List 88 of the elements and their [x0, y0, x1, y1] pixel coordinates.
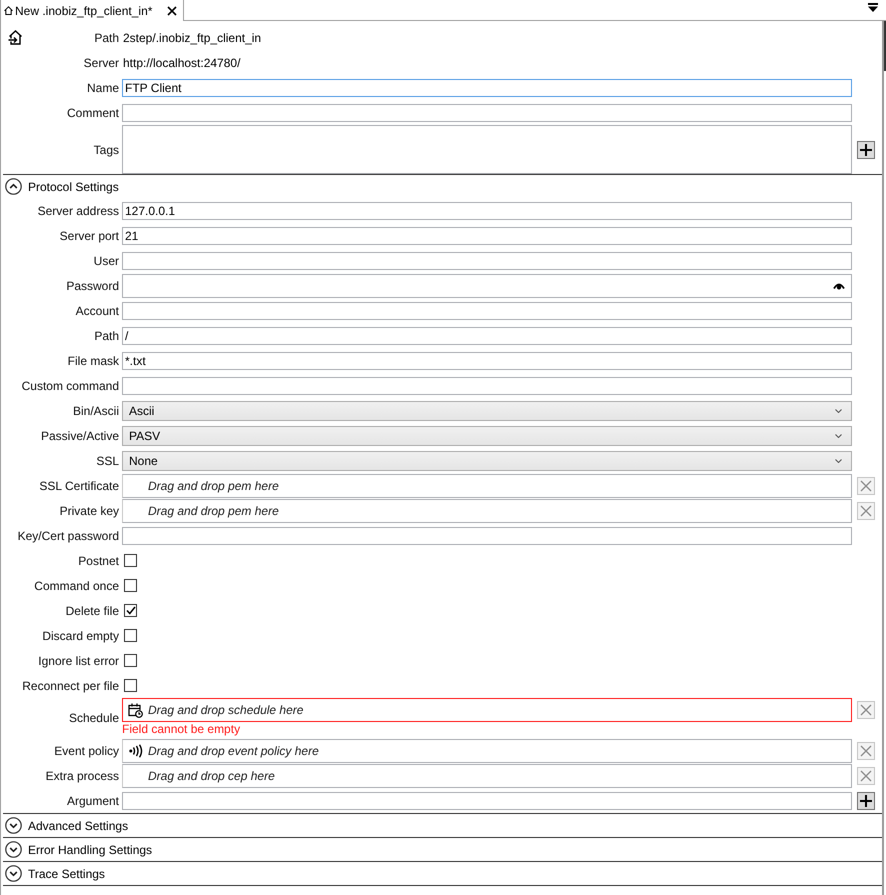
checkbox[interactable]: [124, 604, 137, 617]
field-label: Discard empty: [42, 628, 119, 642]
dropdown-icon[interactable]: [868, 3, 878, 12]
field-label: Delete file: [66, 604, 119, 618]
tags-field[interactable]: [122, 125, 852, 174]
info-value: 2step/.inobiz_ftp_client_in: [122, 30, 262, 44]
field-label: Event policy: [54, 744, 119, 758]
x-icon: [860, 744, 872, 756]
text-field[interactable]: [122, 302, 852, 320]
house-icon: [4, 6, 13, 15]
text-field[interactable]: [122, 376, 852, 394]
x-icon: [860, 704, 872, 716]
document-tab[interactable]: New .inobiz_ftp_client_in*: [0, 0, 184, 21]
field-label: Server port: [60, 228, 119, 242]
field-label: File mask: [68, 354, 119, 368]
plus-icon: [859, 794, 873, 808]
field-label: SSL Certificate: [39, 478, 119, 492]
field-label: Schedule: [68, 711, 119, 725]
section-expander[interactable]: Trace Settings: [5, 865, 105, 882]
scrollbar-thumb[interactable]: [884, 21, 886, 71]
field-label: Name: [86, 80, 119, 94]
field-label: Bin/Ascii: [72, 404, 119, 418]
close-icon: [167, 6, 177, 16]
x-icon: [860, 480, 872, 492]
checkbox[interactable]: [124, 679, 137, 692]
text-field[interactable]: [122, 104, 852, 122]
field-label: Key/Cert password: [18, 528, 119, 542]
text-field[interactable]: [122, 792, 852, 810]
chevron-down-icon: [835, 458, 842, 462]
field-label: Extra process: [46, 768, 119, 782]
field-label: Ignore list error: [38, 654, 119, 668]
text-field[interactable]: FTP Client: [122, 78, 852, 96]
field-label: Tags: [94, 142, 119, 156]
x-icon: [860, 504, 872, 516]
field-label: Password: [66, 278, 119, 292]
section-expander[interactable]: Protocol Settings: [5, 178, 119, 195]
drop-zone[interactable]: Drag and drop pem here: [122, 498, 852, 522]
field-label: Path: [94, 30, 119, 44]
section-expander[interactable]: Advanced Settings: [5, 817, 128, 834]
chevron-down-icon: [835, 408, 842, 412]
drop-zone[interactable]: Drag and drop schedule here: [122, 698, 852, 722]
field-label: SSL: [96, 454, 119, 468]
field-label: Server address: [38, 204, 119, 218]
checkbox[interactable]: [124, 654, 137, 667]
field-label: Path: [94, 328, 119, 342]
section-expander[interactable]: Error Handling Settings: [5, 841, 152, 858]
field-label: Passive/Active: [40, 428, 119, 442]
field-label: Argument: [66, 794, 119, 808]
close-button[interactable]: [166, 4, 178, 16]
field-label: Postnet: [78, 554, 119, 568]
text-field[interactable]: [122, 252, 852, 270]
field-label: Command once: [34, 578, 119, 592]
tab-title: New .inobiz_ftp_client_in*: [15, 4, 152, 18]
field-label: Reconnect per file: [22, 678, 119, 692]
checkbox[interactable]: [124, 554, 137, 567]
drop-zone[interactable]: Drag and drop pem here: [122, 474, 852, 498]
checkbox[interactable]: [124, 579, 137, 592]
error-message: Field cannot be empty: [122, 722, 242, 738]
field-label: Custom command: [22, 378, 119, 392]
check-icon: [126, 606, 136, 615]
field-label: Server: [84, 56, 119, 70]
x-icon: [860, 770, 872, 782]
text-field[interactable]: 127.0.0.1: [122, 202, 852, 220]
text-field[interactable]: [122, 526, 852, 544]
calendar-clock-icon: [128, 702, 143, 718]
field-label: Private key: [60, 504, 119, 518]
plus-icon: [859, 142, 873, 156]
password-field[interactable]: [122, 274, 852, 298]
text-field[interactable]: /: [122, 326, 852, 344]
text-field[interactable]: 21: [122, 226, 852, 244]
field-label: User: [94, 254, 119, 268]
field-label: Account: [76, 304, 119, 318]
chevron-down-icon: [835, 434, 842, 438]
text-field[interactable]: *.txt: [122, 352, 852, 370]
eye-icon[interactable]: [833, 282, 845, 290]
house-arrow-icon: [8, 30, 23, 45]
add-button[interactable]: [857, 792, 875, 810]
signal-waves-icon: [128, 744, 142, 758]
combo-box[interactable]: None: [122, 450, 852, 470]
combo-box[interactable]: Ascii: [122, 400, 852, 420]
field-label: Comment: [66, 106, 119, 120]
checkbox[interactable]: [124, 629, 137, 642]
drop-zone[interactable]: Drag and drop cep here: [122, 764, 852, 788]
combo-box[interactable]: PASV: [122, 426, 852, 446]
add-button[interactable]: [857, 140, 875, 158]
scrollbar[interactable]: [882, 21, 886, 895]
drop-zone[interactable]: Drag and drop event policy here: [122, 738, 852, 762]
info-value: http://localhost:24780/: [122, 56, 240, 70]
